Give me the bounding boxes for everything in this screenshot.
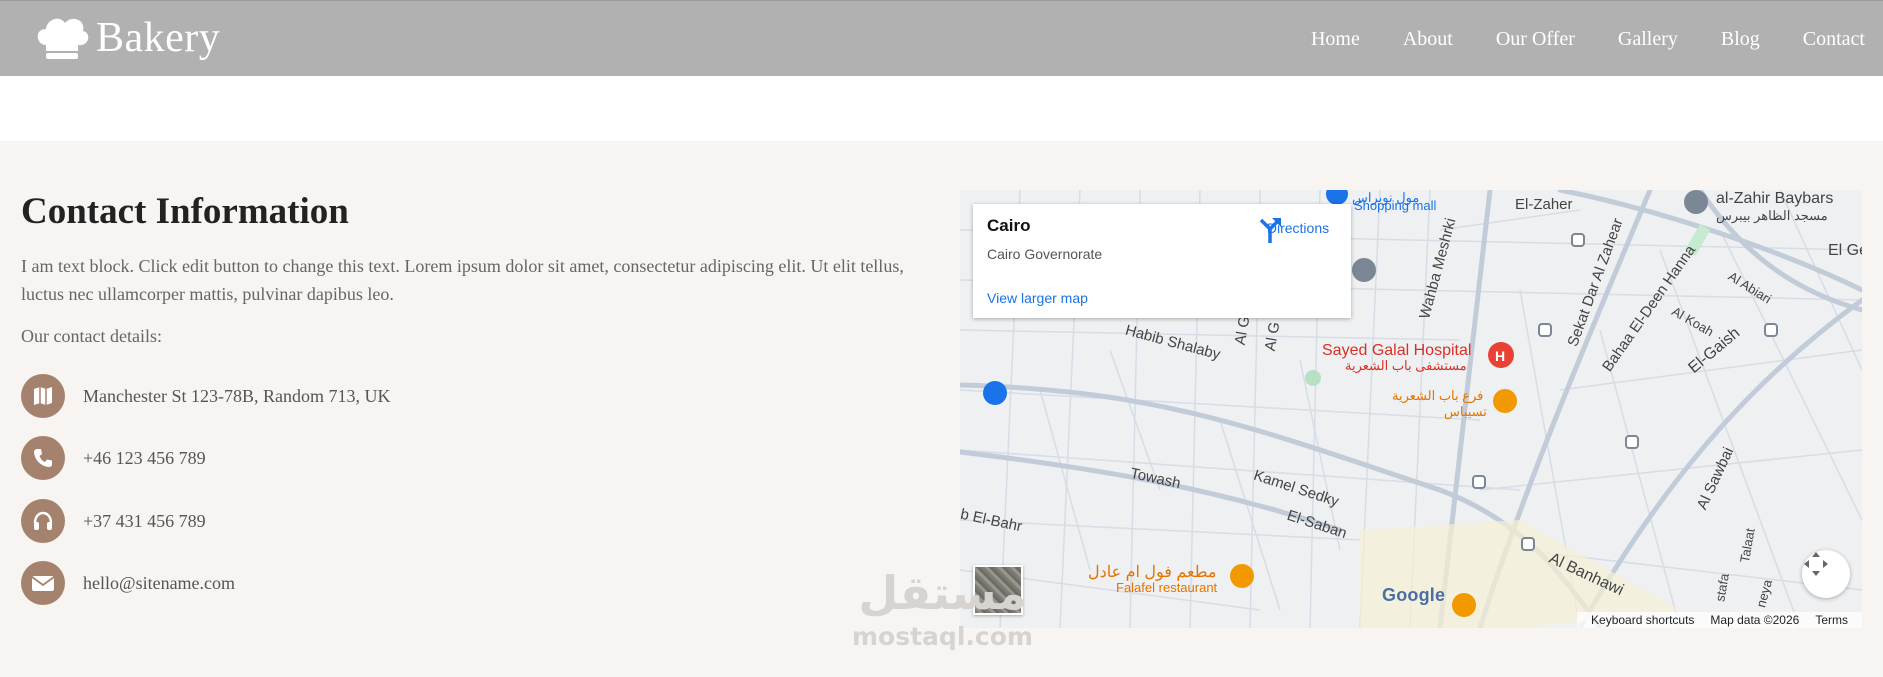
- directions-button[interactable]: Directions: [1257, 216, 1339, 243]
- google-map[interactable]: H مول نوبراس Shopping mall El-Zaher al-Z…: [960, 190, 1862, 628]
- address-text: Manchester St 123-78B, Random 713, UK: [83, 385, 391, 406]
- email-text[interactable]: hello@sitename.com: [83, 573, 235, 594]
- contact-support: +37 431 456 789: [21, 499, 206, 543]
- map-footer: Keyboard shortcuts Map data ©2026 Terms: [1577, 612, 1862, 628]
- map-label-falafel-ar: مطعم فول ام عادل: [1088, 564, 1217, 581]
- map-label-baybars-ar: مسجد الظاهر بيبرس: [1716, 208, 1828, 223]
- contact-phone: +46 123 456 789: [21, 436, 206, 480]
- map-label-hospital-ar: مستشفى باب الشعرية: [1345, 358, 1467, 373]
- nav-blog[interactable]: Blog: [1721, 27, 1760, 51]
- map-data-text: Map data ©2026: [1710, 613, 1800, 627]
- map-label-el-zaher: El-Zaher: [1515, 196, 1573, 213]
- map-label-bab-ar2: تسيباس: [1444, 404, 1487, 419]
- chef-hat-icon: [37, 18, 89, 59]
- terms-link[interactable]: Terms: [1815, 613, 1848, 627]
- main-nav: Home About Our Offer Gallery Blog Contac…: [1268, 27, 1865, 51]
- map-label-bab-ar: فرع باب الشعرية: [1392, 388, 1484, 403]
- nav-contact[interactable]: Contact: [1803, 27, 1865, 51]
- contact-email: hello@sitename.com: [21, 561, 235, 605]
- contact-paragraph: I am text block. Click edit button to ch…: [21, 256, 904, 304]
- site-header: Bakery Home About Our Offer Gallery Blog…: [0, 0, 1883, 76]
- details-label: Our contact details:: [21, 326, 162, 346]
- nav-about[interactable]: About: [1403, 27, 1453, 51]
- nav-our-offer[interactable]: Our Offer: [1496, 27, 1575, 51]
- fullscreen-icon: [1804, 552, 1828, 576]
- nav-home[interactable]: Home: [1311, 27, 1360, 51]
- map-icon: [21, 374, 65, 418]
- contact-address: Manchester St 123-78B, Random 713, UK: [21, 374, 390, 418]
- map-label-mall: Shopping mall: [1354, 198, 1437, 213]
- map-label-el-ge: El Ge: [1828, 242, 1862, 259]
- place-name: Cairo: [987, 216, 1031, 235]
- logo-text: Bakery: [96, 15, 221, 61]
- keyboard-shortcuts-link[interactable]: Keyboard shortcuts: [1591, 613, 1694, 627]
- nav-gallery[interactable]: Gallery: [1618, 27, 1678, 51]
- map-label-baybars: al-Zahir Baybars: [1716, 190, 1834, 207]
- google-logo: Google: [1382, 585, 1445, 606]
- watermark: مستقل mostaql.com: [852, 568, 1033, 652]
- page-title: Contact Information: [21, 191, 349, 232]
- map-info-card: Cairo Cairo Governorate Directions View …: [973, 204, 1351, 318]
- phone-icon: [21, 436, 65, 480]
- watermark-latin: mostaql.com: [852, 622, 1033, 651]
- view-larger-map-link[interactable]: View larger map: [987, 290, 1088, 306]
- place-region: Cairo Governorate: [987, 246, 1103, 262]
- directions-icon: [1259, 218, 1281, 243]
- watermark-arabic: مستقل: [858, 566, 1027, 620]
- map-label-falafel: Falafel restaurant: [1116, 580, 1218, 595]
- google-logo-text: Google: [1382, 585, 1446, 605]
- support-phone-text[interactable]: +37 431 456 789: [83, 511, 206, 532]
- phone-text[interactable]: +46 123 456 789: [83, 448, 206, 469]
- headphones-icon: [21, 499, 65, 543]
- fullscreen-button[interactable]: [1802, 550, 1850, 598]
- envelope-icon: [21, 561, 65, 605]
- svg-text:H: H: [1495, 348, 1505, 364]
- site-logo[interactable]: Bakery: [34, 15, 220, 61]
